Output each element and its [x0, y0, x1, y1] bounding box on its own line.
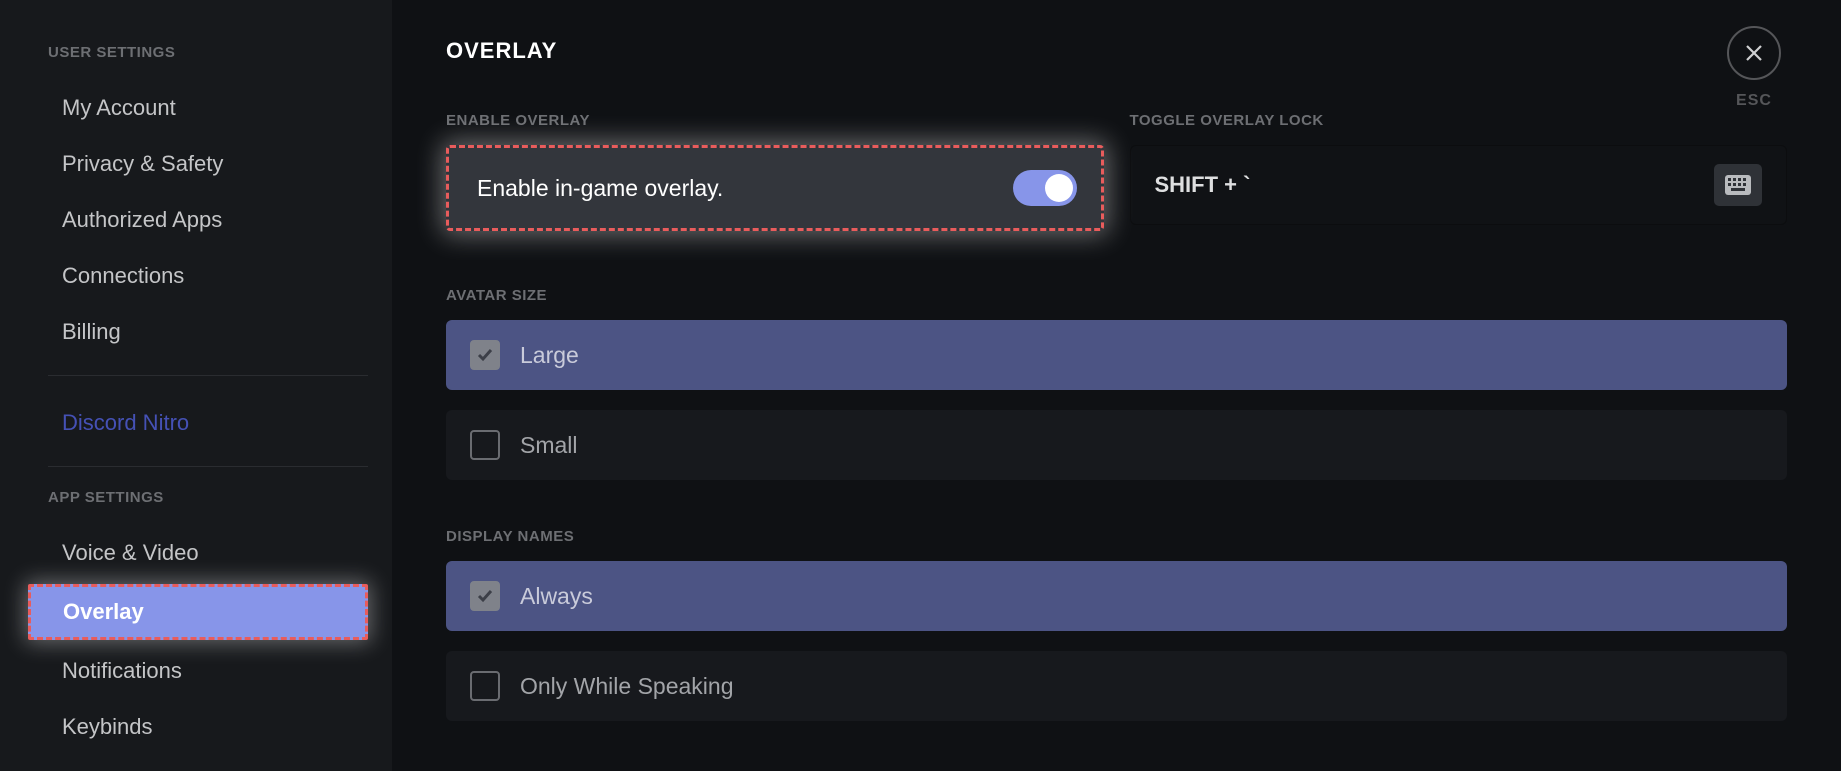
sidebar-item-connections[interactable]: Connections [48, 251, 368, 301]
avatar-size-option-small[interactable]: Small [446, 410, 1787, 480]
toggle-knob [1045, 174, 1073, 202]
keyboard-icon [1725, 175, 1751, 195]
checkbox [470, 581, 500, 611]
close-group: ESC [1727, 26, 1781, 110]
avatar-size-heading: AVATAR SIZE [446, 287, 1787, 304]
sidebar-item-voice-video[interactable]: Voice & Video [48, 528, 368, 578]
enable-overlay-block: Enable in-game overlay. [446, 145, 1104, 231]
enable-overlay-toggle[interactable] [1013, 170, 1077, 206]
option-label: Only While Speaking [520, 673, 734, 700]
sidebar-item-billing[interactable]: Billing [48, 307, 368, 357]
close-button[interactable] [1727, 26, 1781, 80]
sidebar-divider [48, 375, 368, 376]
enable-overlay-label: Enable in-game overlay. [477, 175, 723, 202]
page-title: OVERLAY [446, 38, 1787, 64]
display-names-heading: DISPLAY NAMES [446, 528, 1787, 545]
display-names-group: DISPLAY NAMES Always Only While Speaking [446, 528, 1787, 721]
display-names-option-always[interactable]: Always [446, 561, 1787, 631]
toggle-overlay-lock-field[interactable]: SHIFT + ` [1130, 145, 1788, 225]
toggle-overlay-lock-value: SHIFT + ` [1155, 172, 1251, 198]
settings-content: ESC OVERLAY ENABLE OVERLAY Enable in-gam… [392, 0, 1841, 771]
option-label: Large [520, 342, 579, 369]
check-icon [477, 588, 493, 604]
avatar-size-option-large[interactable]: Large [446, 320, 1787, 390]
option-label: Always [520, 583, 593, 610]
sidebar-divider [48, 466, 368, 467]
display-names-option-only-speaking[interactable]: Only While Speaking [446, 651, 1787, 721]
enable-overlay-heading: ENABLE OVERLAY [446, 112, 1104, 129]
checkbox [470, 430, 500, 460]
sidebar-item-privacy-safety[interactable]: Privacy & Safety [48, 139, 368, 189]
sidebar-item-discord-nitro[interactable]: Discord Nitro [48, 398, 368, 448]
option-label: Small [520, 432, 578, 459]
toggle-overlay-lock-heading: TOGGLE OVERLAY LOCK [1130, 112, 1788, 129]
checkbox [470, 340, 500, 370]
app-settings-heading: APP SETTINGS [48, 489, 368, 506]
user-settings-heading: USER SETTINGS [48, 44, 368, 61]
sidebar-item-overlay[interactable]: Overlay [28, 584, 368, 640]
keyboard-icon-button[interactable] [1714, 164, 1762, 206]
checkbox [470, 671, 500, 701]
sidebar-item-my-account[interactable]: My Account [48, 83, 368, 133]
check-icon [477, 347, 493, 363]
sidebar-item-notifications[interactable]: Notifications [48, 646, 368, 696]
avatar-size-group: AVATAR SIZE Large Small [446, 287, 1787, 480]
sidebar-item-authorized-apps[interactable]: Authorized Apps [48, 195, 368, 245]
settings-sidebar: USER SETTINGS My Account Privacy & Safet… [0, 0, 392, 771]
close-icon [1744, 43, 1764, 63]
sidebar-item-keybinds[interactable]: Keybinds [48, 702, 368, 752]
esc-label: ESC [1736, 92, 1772, 110]
